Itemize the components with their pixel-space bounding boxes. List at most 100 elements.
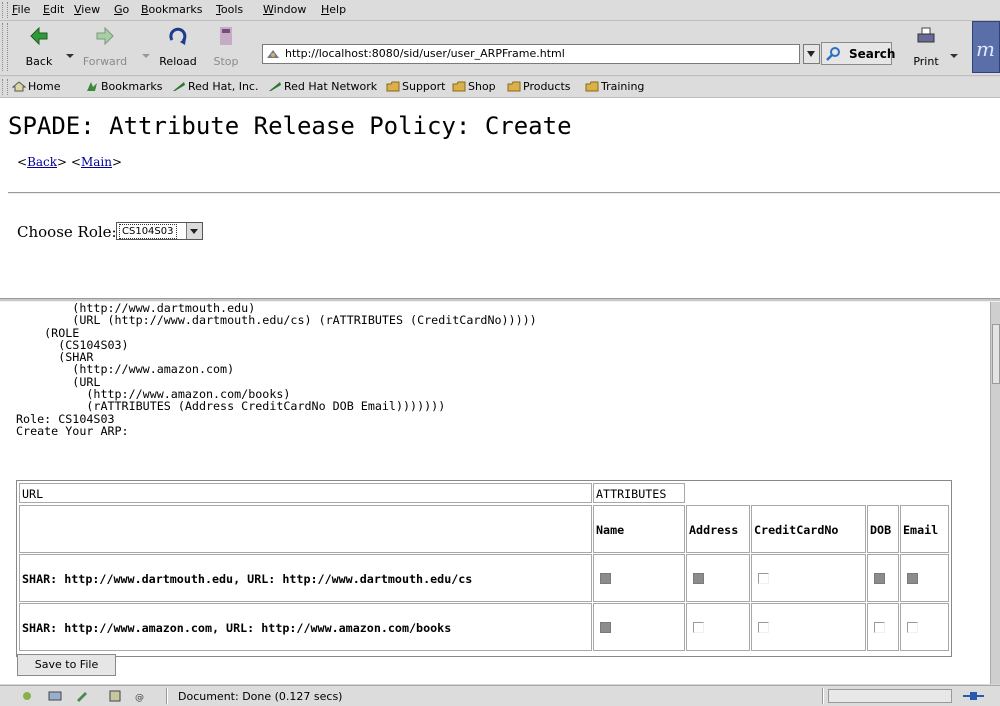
status-bar: @ Document: Done (0.127 secs) [0,685,1000,706]
print-options-dropdown[interactable] [950,54,958,58]
menu-bar: File Edit View Go Bookmarks Tools Window… [0,0,1000,21]
forward-history-dropdown[interactable] [142,54,150,58]
bookmark-support[interactable]: Support [386,80,445,93]
checkbox-creditcardno[interactable] [758,622,769,633]
bookmark-products[interactable]: Products [507,80,571,93]
online-status-icon[interactable] [962,690,986,702]
top-frame: SPADE: Attribute Release Policy: Create … [0,98,1000,300]
url-input[interactable] [285,46,770,61]
home-icon [12,81,26,92]
menu-file[interactable]: File [12,3,30,16]
policy-text: (http://www.dartmouth.edu) (URL (http://… [16,302,537,438]
menu-bookmarks[interactable]: Bookmarks [141,3,202,16]
bookmark-label: Support [402,80,446,93]
table-row-label: SHAR: http://www.dartmouth.edu, URL: htt… [19,554,592,602]
checkbox-creditcardno[interactable] [758,573,769,584]
page-title: SPADE: Attribute Release Policy: Create [8,112,572,140]
stop-button[interactable]: Stop [203,23,249,71]
table-cell [686,603,750,651]
address-bar[interactable] [262,44,800,64]
menu-help[interactable]: Help [321,3,346,16]
save-to-file-button[interactable]: Save to File [17,654,116,676]
table-cell [867,603,899,651]
folder-icon [452,81,466,92]
status-divider [822,688,824,704]
toolbar-grip[interactable] [2,2,8,18]
column-header-creditcardno: CreditCardNo [751,505,866,553]
back-link[interactable]: Back [27,155,57,169]
table-cell [593,554,685,602]
navigator-icon[interactable] [20,690,34,702]
vertical-scrollbar[interactable] [990,302,1000,684]
choose-role-label: Choose Role: [17,223,117,241]
menu-view[interactable]: View [74,3,100,16]
bookmark-training[interactable]: Training [585,80,644,93]
bookmark-label: Training [601,80,645,93]
bookmark-label: Bookmarks [101,80,163,93]
checkbox-address[interactable] [693,622,704,633]
bookmark-label: Products [523,80,571,93]
mail-icon[interactable] [48,690,62,702]
column-header-dob: DOB [867,505,899,553]
bookmark-bookmarks[interactable]: Bookmarks [85,80,162,93]
divider [8,192,1000,194]
bookmark-label: Home [28,80,61,93]
url-history-dropdown[interactable] [803,44,820,64]
forward-arrow-icon [96,26,114,46]
irc-chat-icon[interactable]: @ [135,690,149,702]
search-label: Search [849,47,896,61]
main-link[interactable]: Main [81,155,112,169]
bookmark-label: Red Hat Network [284,80,378,93]
bookmark-label: Shop [468,80,496,93]
site-identity-icon [267,50,279,58]
menu-tools[interactable]: Tools [216,3,243,16]
print-label: Print [913,55,939,68]
forward-label: Forward [82,55,128,68]
role-select[interactable]: CS104S03 [116,222,203,240]
bookmarks-icon [87,82,97,91]
back-arrow-icon [30,26,48,46]
toolbar-grip[interactable] [2,79,8,95]
menu-edit[interactable]: Edit [43,3,64,16]
svg-text:@: @ [135,693,144,702]
menu-go[interactable]: Go [114,3,129,16]
back-history-dropdown[interactable] [66,54,74,58]
column-header-name: Name [593,505,685,553]
scrollbar-thumb[interactable] [992,324,1000,384]
print-button[interactable]: Print [904,23,948,71]
checkbox-email[interactable] [907,622,918,633]
forward-button[interactable]: Forward [82,23,128,71]
reload-button[interactable]: Reload [155,23,201,71]
checkbox-email[interactable] [907,573,918,584]
chevron-down-icon [186,223,202,239]
folder-icon [507,81,521,92]
checkbox-dob[interactable] [874,573,885,584]
redhat-icon [173,82,185,91]
mozilla-throbber-icon[interactable]: m [972,21,1000,73]
column-header-address: Address [686,505,750,553]
composer-icon[interactable] [75,690,89,702]
bookmark-home[interactable]: Home [12,80,60,93]
bookmark-red-hat-inc[interactable]: Red Hat, Inc. [172,80,258,93]
bookmark-label: Red Hat, Inc. [188,80,259,93]
search-button[interactable]: Search [821,42,896,65]
checkbox-address[interactable] [693,573,704,584]
printer-icon [917,27,935,43]
status-text: Document: Done (0.127 secs) [178,690,343,703]
reload-label: Reload [159,55,197,68]
table-cell [686,554,750,602]
reload-icon [169,27,187,45]
table-cell [900,603,949,651]
menu-window[interactable]: Window [263,3,306,16]
address-book-icon[interactable] [108,690,122,702]
back-button[interactable]: Back [16,23,62,71]
table-cell [900,554,949,602]
toolbar-grip[interactable] [2,23,8,71]
checkbox-name[interactable] [600,573,611,584]
checkbox-dob[interactable] [874,622,885,633]
status-divider [166,688,168,704]
bookmark-red-hat-network[interactable]: Red Hat Network [268,80,377,93]
bottom-frame: (http://www.dartmouth.edu) (URL (http://… [0,302,990,684]
checkbox-name[interactable] [600,622,611,633]
bookmark-shop[interactable]: Shop [452,80,496,93]
